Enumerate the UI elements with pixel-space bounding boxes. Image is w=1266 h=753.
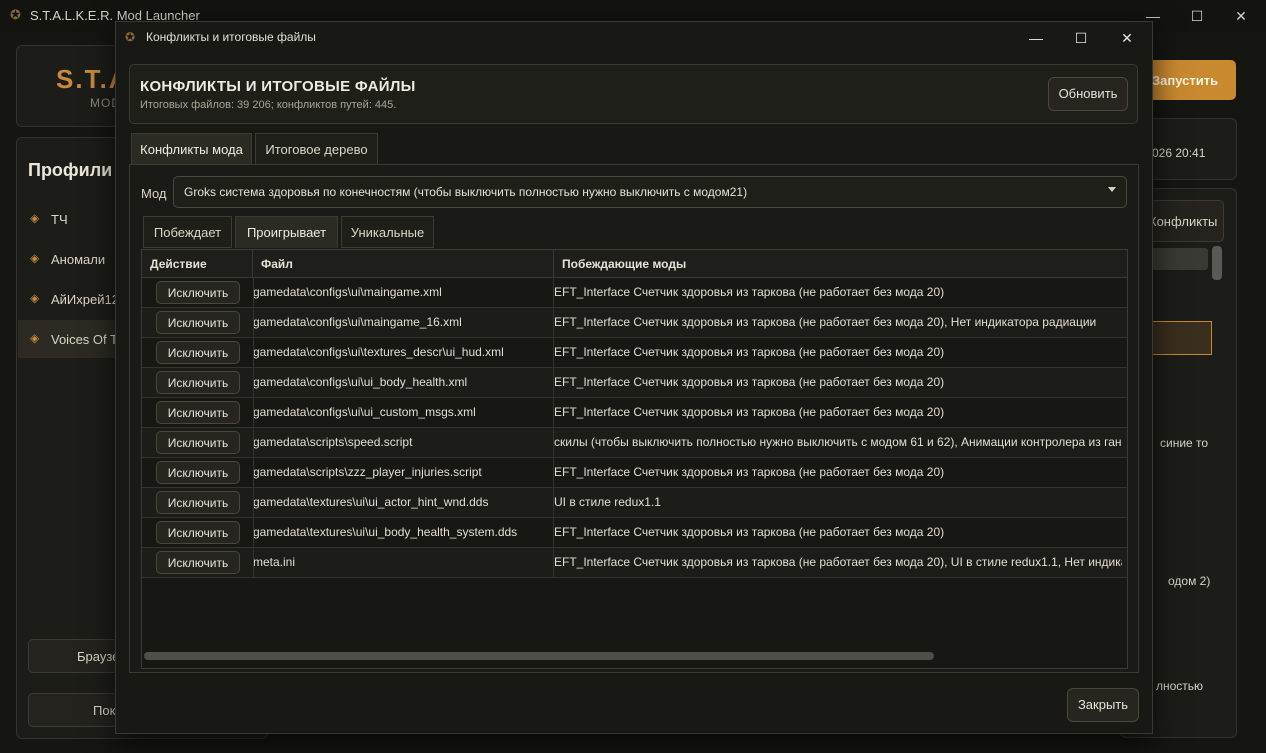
layers-icon: ◈ [30, 291, 40, 305]
maximize-button[interactable]: ☐ [1174, 4, 1220, 28]
dialog-close-button[interactable]: ✕ [1105, 25, 1149, 51]
mod-label: Мод [141, 186, 167, 201]
dialog-minimize-button[interactable]: — [1014, 25, 1058, 51]
dialog-titlebar: ✪ Конфликты и итоговые файлы — ☐ ✕ [116, 22, 1152, 52]
mod-select-value: Groks система здоровья по конечностям (ч… [184, 185, 748, 199]
dialog-maximize-button[interactable]: ☐ [1059, 25, 1103, 51]
exclude-button[interactable]: Исключить [156, 371, 240, 394]
exclude-button[interactable]: Исключить [156, 341, 240, 364]
winners-cell: EFT_Interface Счетчик здоровья из тарков… [554, 375, 945, 389]
file-cell: gamedata\configs\ui\ui_custom_msgs.xml [253, 405, 476, 419]
column-header-action[interactable]: Действие [142, 250, 253, 278]
winners-cell: скилы (чтобы выключить полностью нужно в… [554, 435, 1122, 449]
app-logo-icon: ✪ [125, 30, 136, 44]
conflicts-dialog: ✪ Конфликты и итоговые файлы — ☐ ✕ КОНФЛ… [115, 21, 1153, 734]
bottom-button-label: Пок [93, 703, 116, 718]
layers-icon: ◈ [30, 251, 40, 265]
table-row: Исключить gamedata\configs\ui\textures_d… [142, 338, 1127, 368]
close-button[interactable]: Закрыть [1067, 688, 1139, 722]
horizontal-scrollbar[interactable] [144, 652, 934, 660]
file-cell: gamedata\configs\ui\maingame_16.xml [253, 315, 462, 329]
description-fragment: синие то [1160, 436, 1209, 450]
app-logo-icon: ✪ [10, 7, 21, 22]
close-window-button[interactable]: ✕ [1218, 4, 1264, 28]
tab-mod-conflicts[interactable]: Конфликты мода [131, 133, 252, 165]
dialog-summary: Итоговых файлов: 39 206; конфликтов путе… [140, 99, 397, 111]
table-row: Исключить gamedata\scripts\speed.script … [142, 428, 1127, 458]
profile-label: ТЧ [51, 212, 68, 227]
exclude-button[interactable]: Исключить [156, 521, 240, 544]
launch-button-label: Запустить [1152, 73, 1219, 88]
table-row: Исключить gamedata\configs\ui\ui_body_he… [142, 368, 1127, 398]
dialog-window-title: Конфликты и итоговые файлы [146, 30, 316, 44]
file-cell: gamedata\configs\ui\maingame.xml [253, 285, 442, 299]
layers-icon: ◈ [30, 211, 40, 225]
table-row: Исключить gamedata\scripts\zzz_player_in… [142, 458, 1127, 488]
winners-cell: EFT_Interface Счетчик здоровья из тарков… [554, 465, 945, 479]
table-row: Исключить gamedata\configs\ui\maingame_1… [142, 308, 1127, 338]
winners-cell: EFT_Interface Счетчик здоровья из тарков… [554, 525, 945, 539]
winners-cell: EFT_Interface Счетчик здоровья из тарков… [554, 315, 1097, 329]
file-cell: gamedata\textures\ui\ui_actor_hint_wnd.d… [253, 495, 489, 509]
dialog-header: КОНФЛИКТЫ И ИТОГОВЫЕ ФАЙЛЫ Итоговых файл… [129, 64, 1138, 124]
table-row: Исключить meta.ini EFT_Interface Счетчик… [142, 548, 1127, 578]
profiles-title: Профили [28, 160, 113, 180]
column-divider [253, 278, 254, 578]
description-fragment: одом 2) [1168, 574, 1211, 588]
exclude-button[interactable]: Исключить [156, 311, 240, 334]
profile-item-active[interactable]: ◈ Voices Of Th [18, 320, 126, 358]
exclude-button[interactable]: Исключить [156, 401, 240, 424]
file-cell: gamedata\configs\ui\textures_descr\ui_hu… [253, 345, 504, 359]
file-cell: gamedata\configs\ui\ui_body_health.xml [253, 375, 468, 389]
file-cell: gamedata\scripts\speed.script [253, 435, 413, 449]
profile-item[interactable]: ◈ ТЧ [18, 200, 126, 238]
subtab-unique[interactable]: Уникальные [341, 216, 434, 248]
profile-item[interactable]: ◈ Аномали [18, 240, 126, 278]
layers-icon: ◈ [30, 331, 40, 345]
description-fragment: лностью [1156, 679, 1204, 693]
winners-cell: UI в стиле redux1.1 [554, 495, 661, 509]
conflicts-table: Действие Файл Побеждающие моды Исключить… [141, 249, 1128, 669]
subtab-wins[interactable]: Побеждает [143, 216, 232, 248]
conflicts-button-label: Конфликты [1149, 214, 1218, 229]
subtab-loses[interactable]: Проигрывает [235, 216, 338, 248]
exclude-button[interactable]: Исключить [156, 431, 240, 454]
winners-cell: EFT_Interface Счетчик здоровья из тарков… [554, 405, 945, 419]
table-row: Исключить gamedata\textures\ui\ui_body_h… [142, 518, 1127, 548]
exclude-button[interactable]: Исключить [156, 461, 240, 484]
tab-final-tree[interactable]: Итоговое дерево [255, 133, 378, 165]
file-cell: gamedata\textures\ui\ui_body_health_syst… [253, 525, 518, 539]
file-cell: meta.ini [253, 555, 296, 569]
timestamp-text: 026 20:41 [1152, 146, 1206, 160]
exclude-button[interactable]: Исключить [156, 551, 240, 574]
file-cell: gamedata\scripts\zzz_player_injuries.scr… [253, 465, 482, 479]
scrollbar-thumb[interactable] [1212, 246, 1222, 280]
chevron-down-icon [1108, 187, 1116, 192]
column-header-winners[interactable]: Побеждающие моды [554, 250, 1127, 278]
table-row: Исключить gamedata\textures\ui\ui_actor_… [142, 488, 1127, 518]
profile-item[interactable]: ◈ АйИхрей12 [18, 280, 126, 318]
dialog-heading: КОНФЛИКТЫ И ИТОГОВЫЕ ФАЙЛЫ [140, 78, 416, 95]
profile-label: Аномали [51, 252, 106, 267]
table-row: Исключить gamedata\configs\ui\maingame.x… [142, 278, 1127, 308]
mod-select[interactable]: Groks система здоровья по конечностям (ч… [173, 176, 1127, 208]
refresh-button[interactable]: Обновить [1048, 77, 1128, 111]
profile-label: АйИхрей12 [51, 292, 119, 307]
exclude-button[interactable]: Исключить [156, 281, 240, 304]
winners-cell: EFT_Interface Счетчик здоровья из тарков… [554, 555, 1122, 569]
winners-cell: EFT_Interface Счетчик здоровья из тарков… [554, 285, 945, 299]
column-divider [553, 278, 554, 578]
table-row: Исключить gamedata\configs\ui\ui_custom_… [142, 398, 1127, 428]
exclude-button[interactable]: Исключить [156, 491, 240, 514]
winners-cell: EFT_Interface Счетчик здоровья из тарков… [554, 345, 945, 359]
browse-button-label: Браузе [77, 649, 120, 664]
column-header-file[interactable]: Файл [253, 250, 554, 278]
